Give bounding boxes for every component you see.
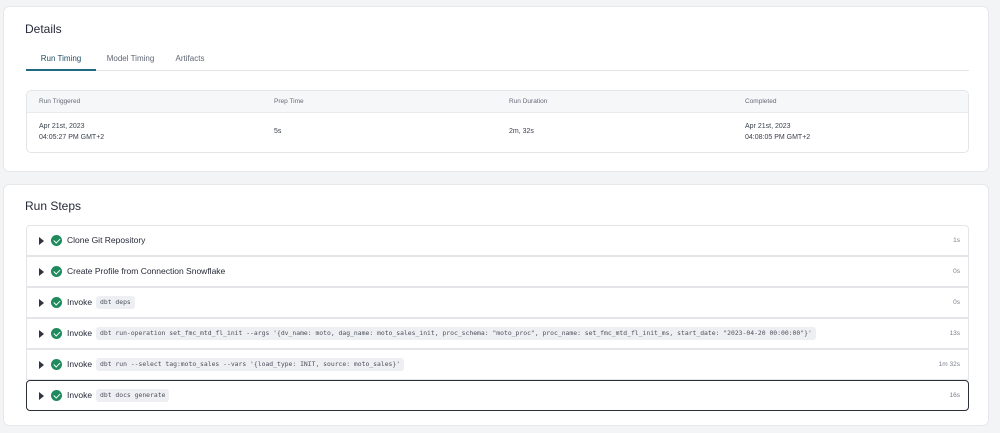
expand-caret-icon[interactable] <box>39 392 44 400</box>
step-duration: 0s <box>953 299 960 306</box>
run-triggered-value: Apr 21st, 2023 04:05:27 PM GMT+2 <box>39 121 104 143</box>
prep-time-value: 5s <box>274 128 282 135</box>
success-check-icon <box>51 328 62 339</box>
step-duration: 16s <box>949 392 960 399</box>
step-command-chip: dbt run-operation set_fmc_mtd_fl_init --… <box>96 327 816 340</box>
expand-caret-icon[interactable] <box>39 237 44 245</box>
run-duration-value: 2m, 32s <box>509 128 534 135</box>
tab-run-timing[interactable]: Run Timing <box>26 47 96 71</box>
run-timing-table: Run Triggered Prep Time Run Duration Com… <box>26 90 969 153</box>
header-run-duration: Run Duration <box>509 98 548 105</box>
step-command-chip: dbt run --select tag:moto_sales --vars '… <box>96 358 405 371</box>
expand-caret-icon[interactable] <box>39 268 44 276</box>
success-check-icon <box>51 359 62 370</box>
run-step-docs-generate[interactable]: Invoke dbt docs generate 16s <box>26 380 969 411</box>
step-duration: 1s <box>953 237 960 244</box>
run-triggered-time: 04:05:27 PM GMT+2 <box>39 134 105 141</box>
expand-caret-icon[interactable] <box>39 299 44 307</box>
run-step-clone-git[interactable]: Clone Git Repository 1s <box>26 225 969 256</box>
step-label: Create Profile from Connection Snowflake <box>67 266 226 276</box>
run-step-create-profile[interactable]: Create Profile from Connection Snowflake… <box>26 256 969 287</box>
success-check-icon <box>51 266 62 277</box>
timing-header-row: Run Triggered Prep Time Run Duration Com… <box>27 91 968 113</box>
run-steps-card: Run Steps Clone Git Repository 1s Create… <box>3 184 989 426</box>
run-step-dbt-deps[interactable]: Invoke dbt deps 0s <box>26 287 969 318</box>
step-label: Invoke <box>67 390 93 400</box>
timing-value-row: Apr 21st, 2023 04:05:27 PM GMT+2 5s 2m, … <box>27 113 968 152</box>
success-check-icon <box>51 297 62 308</box>
header-prep-time: Prep Time <box>274 98 304 105</box>
run-steps-title: Run Steps <box>25 199 82 213</box>
step-duration: 13s <box>949 330 960 337</box>
step-label: Invoke <box>67 359 93 369</box>
completed-value: Apr 21st, 2023 04:08:05 PM GMT+2 <box>745 121 810 143</box>
expand-caret-icon[interactable] <box>39 330 44 338</box>
step-duration: 0s <box>953 268 960 275</box>
details-title: Details <box>25 22 62 36</box>
completed-date: Apr 21st, 2023 <box>745 123 791 130</box>
tab-model-timing[interactable]: Model Timing <box>103 47 158 71</box>
step-label: Clone Git Repository <box>67 235 146 245</box>
run-triggered-date: Apr 21st, 2023 <box>39 123 85 130</box>
step-label: Invoke <box>67 297 93 307</box>
step-label: Invoke <box>67 328 93 338</box>
success-check-icon <box>51 390 62 401</box>
tab-artifacts[interactable]: Artifacts <box>169 47 211 71</box>
header-run-triggered: Run Triggered <box>39 98 81 105</box>
run-step-run-operation[interactable]: Invoke dbt run-operation set_fmc_mtd_fl_… <box>26 318 969 349</box>
expand-caret-icon[interactable] <box>39 361 44 369</box>
step-duration: 1m 32s <box>938 361 960 368</box>
completed-time: 04:08:05 PM GMT+2 <box>745 134 811 141</box>
header-completed: Completed <box>745 98 777 105</box>
step-command-chip: dbt deps <box>96 296 135 309</box>
run-step-dbt-run[interactable]: Invoke dbt run --select tag:moto_sales -… <box>26 349 969 380</box>
details-card: Details Run Timing Model Timing Artifact… <box>3 6 989 172</box>
details-tabs: Run Timing Model Timing Artifacts <box>26 47 969 71</box>
step-command-chip: dbt docs generate <box>96 389 170 402</box>
success-check-icon <box>51 235 62 246</box>
